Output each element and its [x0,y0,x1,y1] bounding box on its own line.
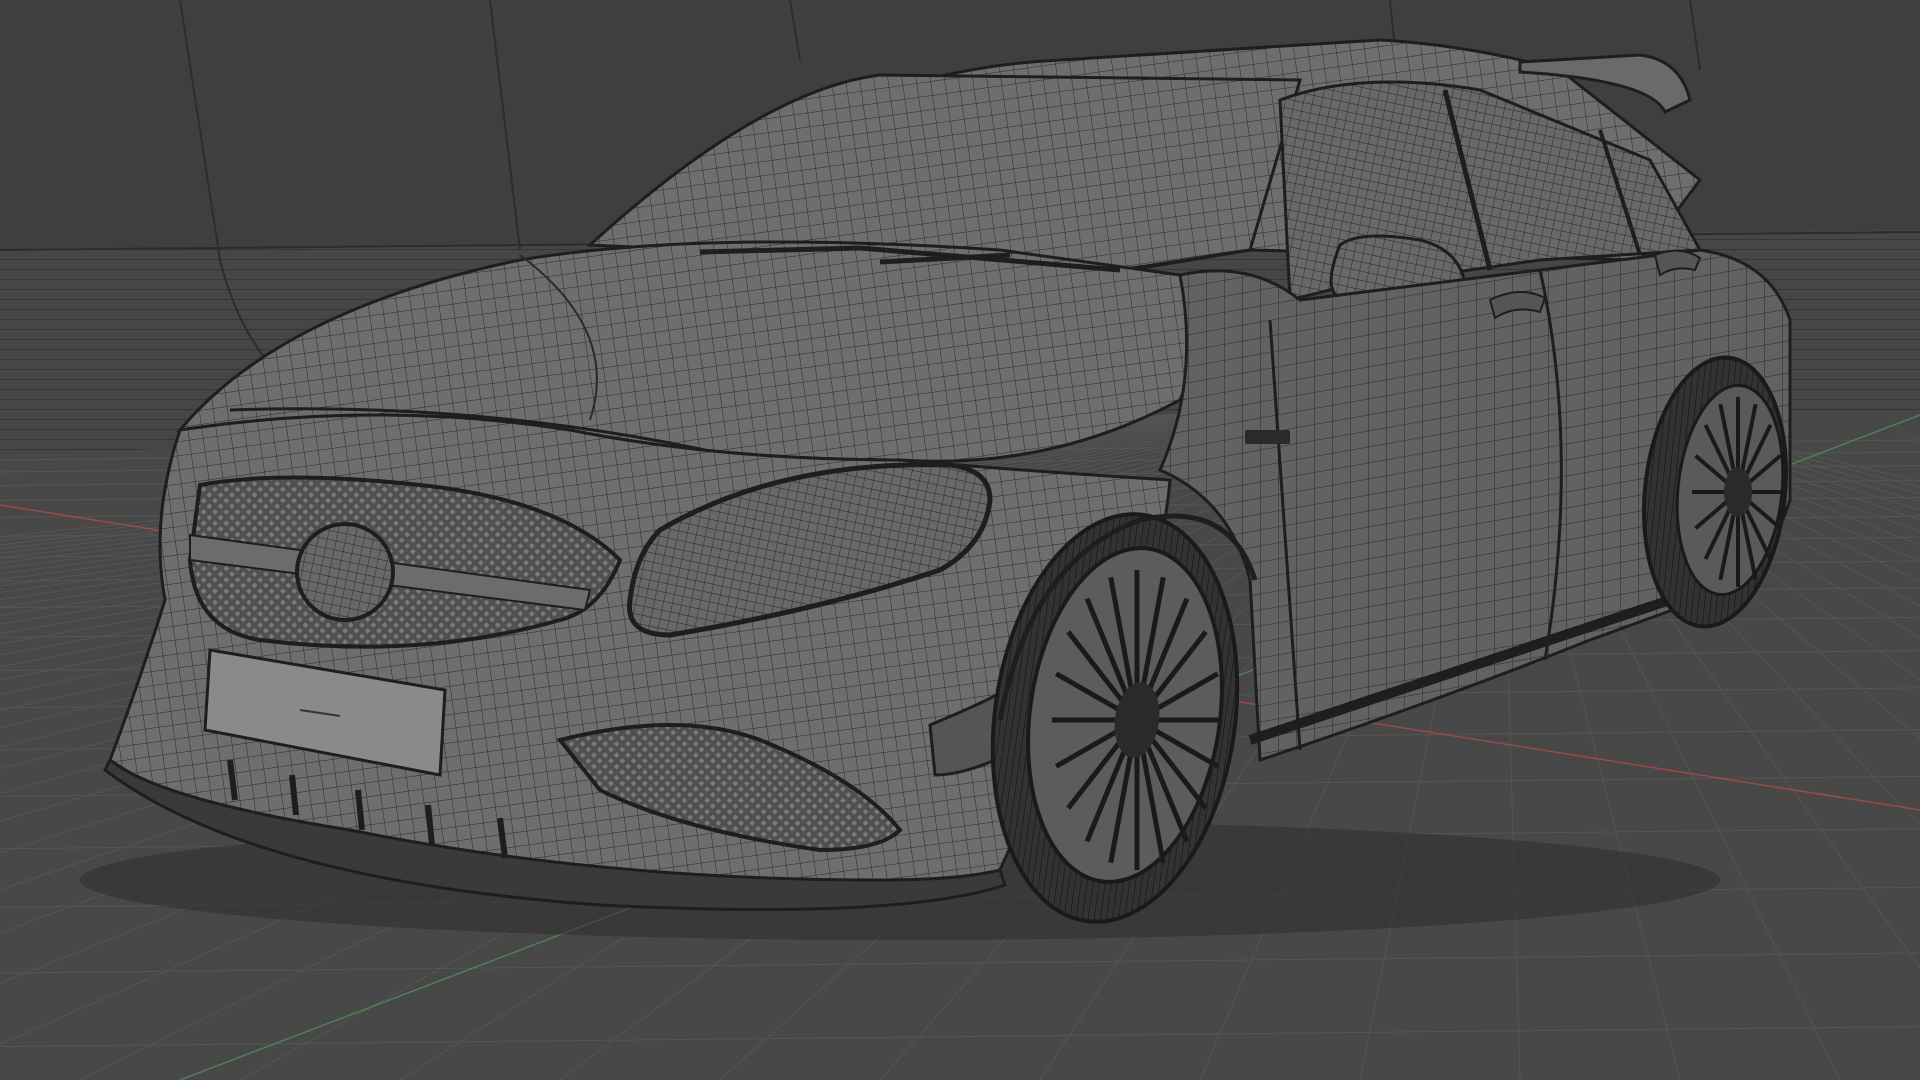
rear-hub [1724,467,1752,517]
viewport-canvas[interactable] [0,0,1920,1080]
3d-viewport[interactable] [0,0,1920,1080]
brand-emblem [295,522,395,622]
side-badge [1245,430,1290,444]
